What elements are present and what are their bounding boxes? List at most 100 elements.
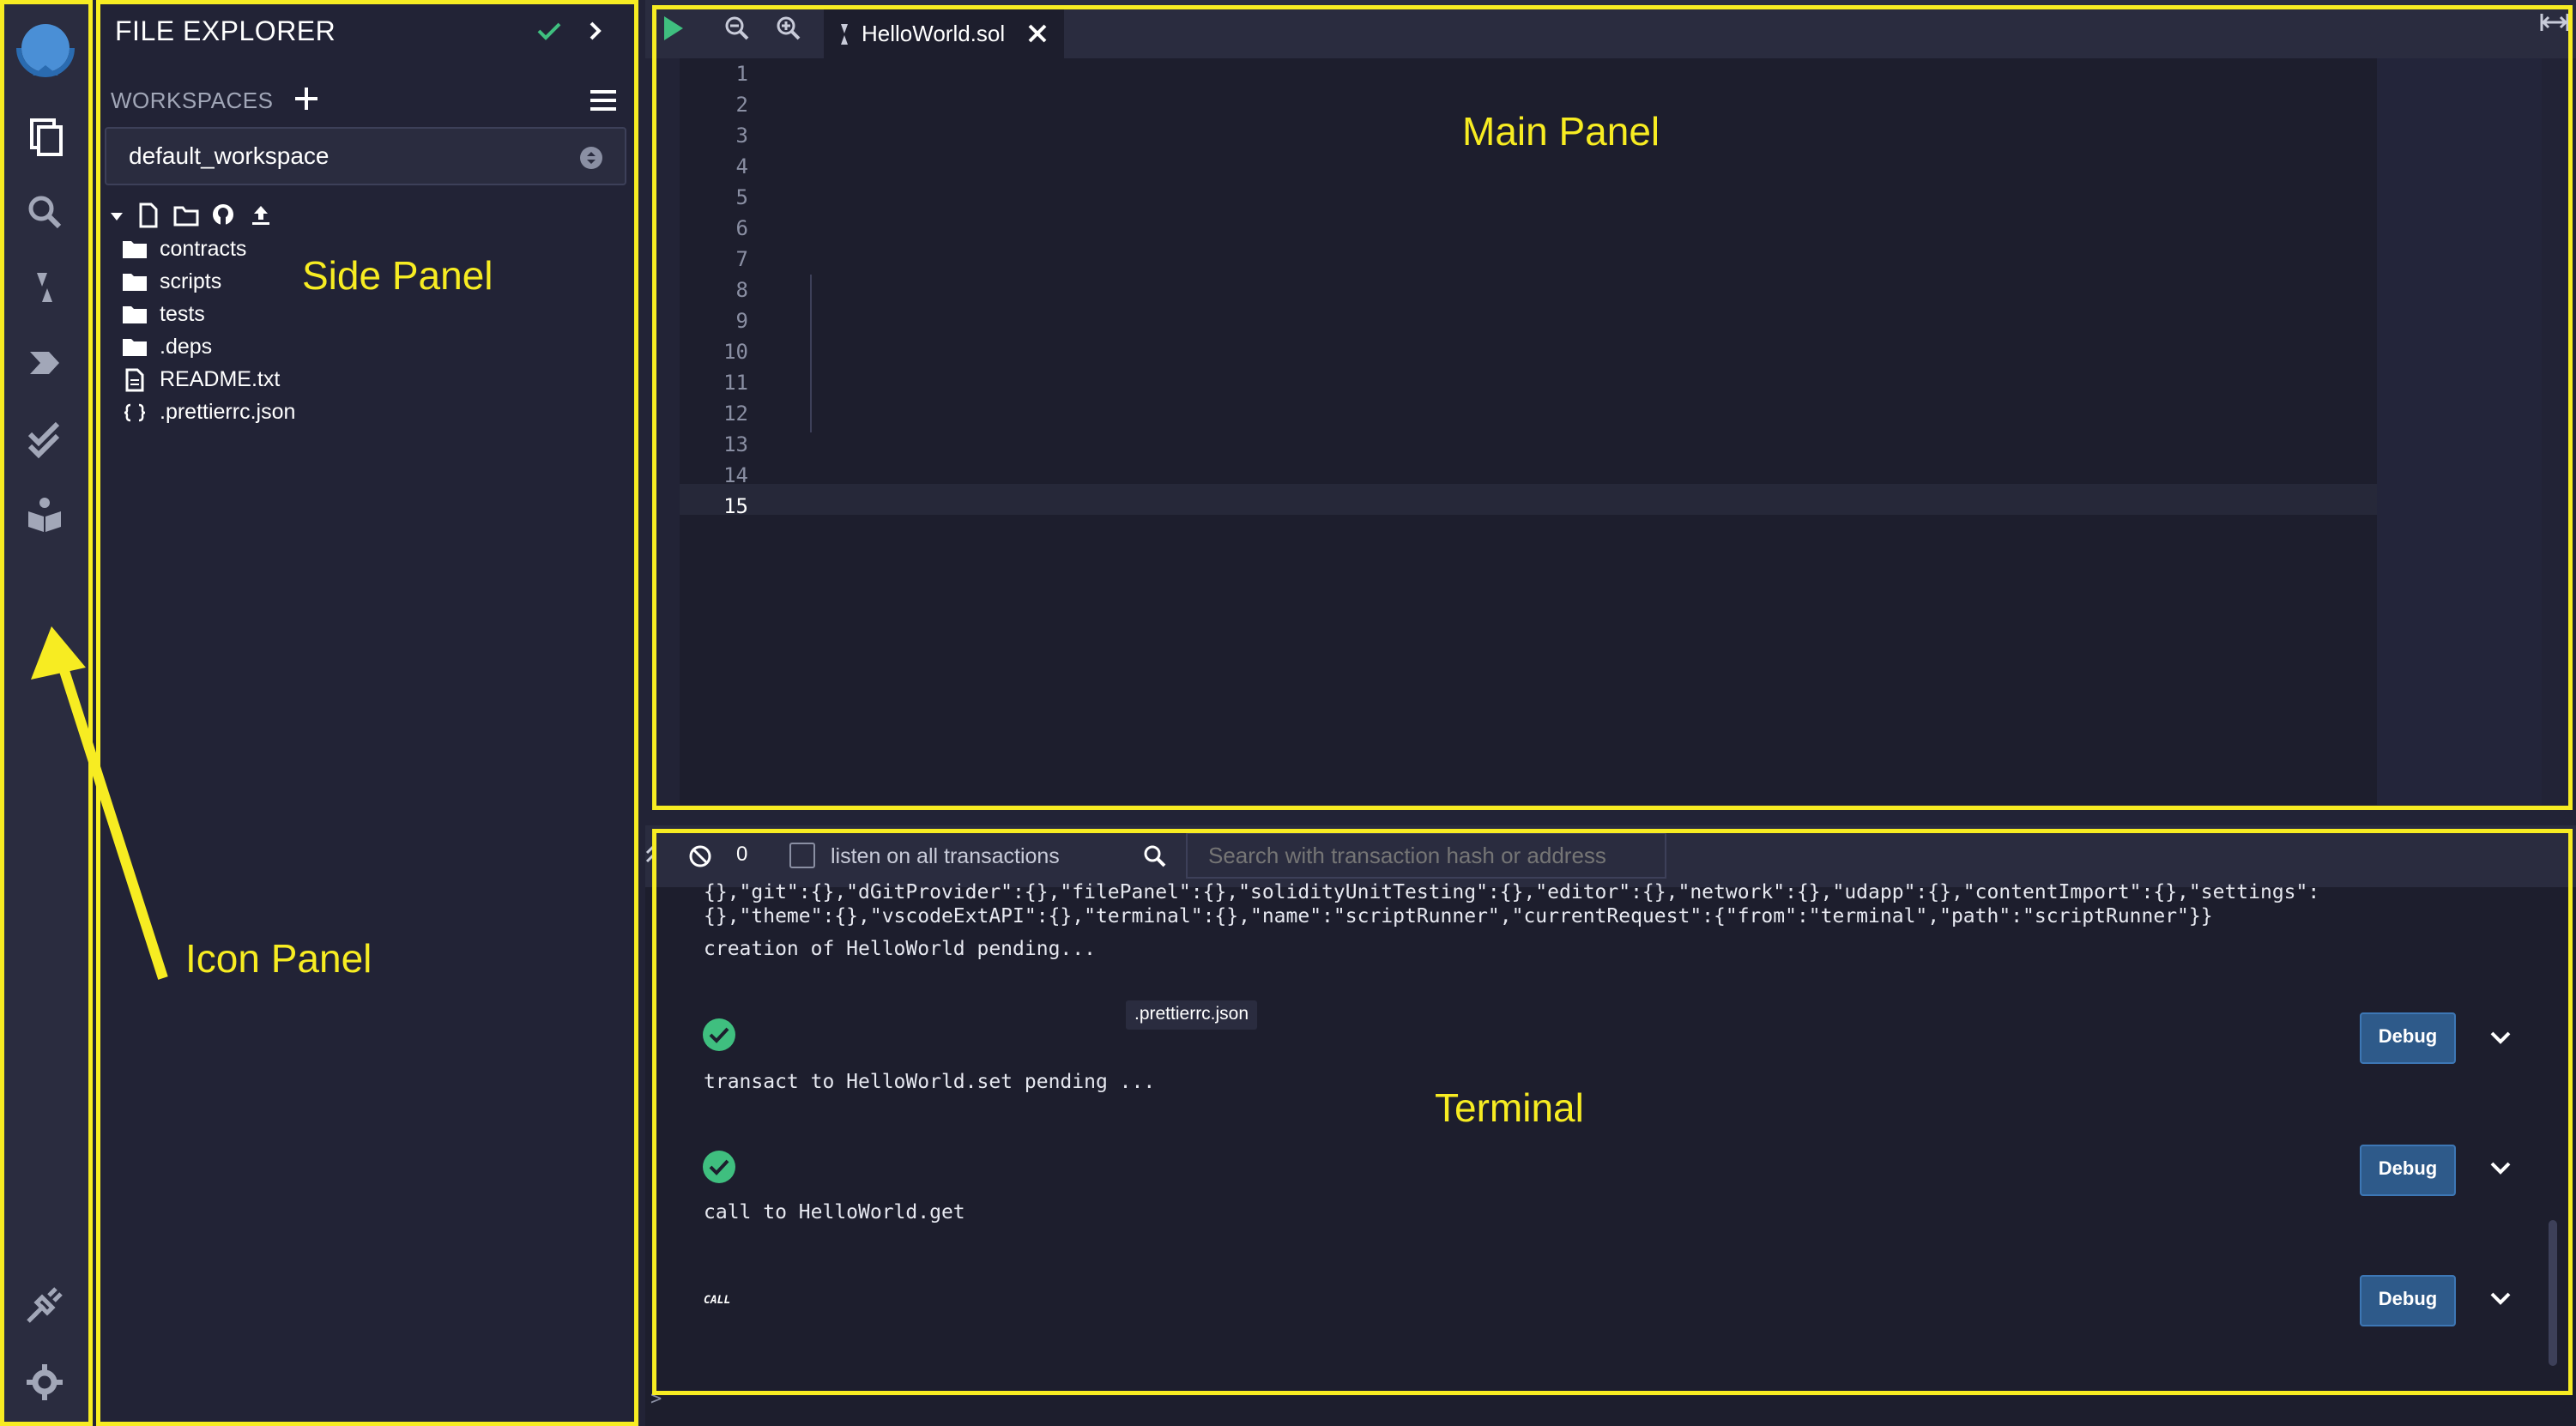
line-number: 10 <box>723 340 748 364</box>
check-icon <box>537 22 561 40</box>
collapse-terminal-icon[interactable] <box>645 843 662 868</box>
workspace-select-value: default_workspace <box>129 142 330 169</box>
plugin-manager-icon[interactable] <box>18 1278 71 1332</box>
remix-logo-icon[interactable] <box>7 15 84 82</box>
solidity-file-icon <box>841 24 848 45</box>
learneth-icon[interactable] <box>18 489 71 542</box>
debug-button[interactable]: Debug <box>2360 1145 2456 1196</box>
json-icon <box>124 403 146 422</box>
tab-label: HelloWorld.sol <box>862 21 1006 46</box>
folder-icon <box>123 339 147 356</box>
tree-item-label: scripts <box>160 269 222 293</box>
workspaces-label: WORKSPACES <box>111 88 274 113</box>
tree-item-label: .prettierrc.json <box>160 400 296 424</box>
listen-label: listen on all transactions <box>831 844 1060 868</box>
log-json-line: {},"git":{},"dGitProvider":{},"filePanel… <box>704 881 2320 903</box>
add-workspace-icon[interactable] <box>292 84 321 113</box>
caret-down-icon[interactable] <box>108 208 125 225</box>
tree-item-label: .deps <box>160 335 213 359</box>
annotation-label-icon-panel: Icon Panel <box>185 936 372 981</box>
zoom-out-icon[interactable] <box>724 15 750 41</box>
upload-icon[interactable] <box>249 202 273 227</box>
run-play-icon[interactable] <box>661 14 686 43</box>
current-line-highlight <box>680 484 2377 515</box>
chevron-down-icon[interactable] <box>2485 1023 2516 1054</box>
tree-item-label: tests <box>160 302 205 326</box>
folder-icon <box>123 306 147 323</box>
call-badge: CALL <box>704 1294 731 1307</box>
file-explorer-icon[interactable] <box>18 110 71 163</box>
new-file-icon[interactable] <box>137 202 160 228</box>
tx-log-line <box>760 1287 840 1308</box>
zoom-in-icon[interactable] <box>776 15 801 41</box>
folder-icon <box>123 241 147 258</box>
new-folder-icon[interactable] <box>173 204 199 227</box>
clear-console-icon[interactable] <box>688 844 712 868</box>
log-pending: transact to HelloWorld.set pending ... <box>704 1071 1156 1093</box>
github-icon[interactable] <box>211 202 235 227</box>
debug-button[interactable]: Debug <box>2360 1012 2456 1064</box>
tx-log-line <box>760 1157 908 1178</box>
line-number: 11 <box>723 371 748 395</box>
pending-count: 0 <box>736 843 748 866</box>
search-icon[interactable] <box>18 185 71 239</box>
listen-checkbox[interactable] <box>789 843 815 868</box>
solidity-compiler-icon[interactable] <box>18 261 71 314</box>
select-arrows-icon <box>580 147 602 169</box>
panel-title: FILE EXPLORER <box>115 15 336 46</box>
terminal-prompt[interactable]: > <box>650 1388 662 1410</box>
line-number: 2 <box>735 93 748 117</box>
debug-button[interactable]: Debug <box>2360 1275 2456 1326</box>
line-number: 12 <box>723 402 748 426</box>
line-number: 6 <box>735 216 748 240</box>
unit-testing-icon[interactable] <box>18 412 71 465</box>
line-number: 13 <box>723 432 748 456</box>
chevron-down-icon[interactable] <box>2485 1284 2516 1314</box>
line-number: 4 <box>735 154 748 178</box>
chevron-down-icon[interactable] <box>2485 1153 2516 1184</box>
line-number: 8 <box>735 278 748 302</box>
line-number: 1 <box>735 62 748 86</box>
hamburger-menu-icon[interactable] <box>589 86 618 115</box>
tree-item-label: contracts <box>160 237 247 261</box>
annotation-arrow <box>31 626 168 980</box>
log-pending: creation of HelloWorld pending... <box>704 938 1096 960</box>
annotation-label-terminal: Terminal <box>1435 1085 1584 1130</box>
tab-helloworld[interactable]: HelloWorld.sol <box>824 5 1064 58</box>
file-text-icon <box>125 368 144 392</box>
tooltip: .prettierrc.json <box>1126 1000 1258 1030</box>
close-tab-icon[interactable] <box>1026 22 1049 45</box>
line-number: 15 <box>723 494 748 518</box>
log-json-line: {},"theme":{},"vscodeExtAPI":{},"termina… <box>704 905 2213 928</box>
workspace-select[interactable]: default_workspace <box>105 127 626 185</box>
transaction-search-input[interactable] <box>1186 832 1666 879</box>
folder-icon <box>123 274 147 291</box>
terminal-scrollbar[interactable] <box>2549 1220 2557 1366</box>
line-number: 14 <box>723 463 748 487</box>
annotation-label-side-panel: Side Panel <box>302 253 493 298</box>
terminal-panel: 0 listen on all transactions {},"git":{}… <box>645 825 2576 1426</box>
line-number: 3 <box>735 124 748 148</box>
deploy-run-icon[interactable] <box>18 336 71 390</box>
line-number: 5 <box>735 185 748 209</box>
chevron-right-icon[interactable] <box>582 17 609 45</box>
line-number: 7 <box>735 247 748 271</box>
settings-gear-icon[interactable] <box>18 1356 71 1409</box>
line-number: 9 <box>735 309 748 333</box>
annotation-label-main-panel: Main Panel <box>1462 109 1660 154</box>
expand-panel-icon[interactable] <box>2540 12 2569 33</box>
tx-log-line <box>760 1024 908 1046</box>
search-icon <box>1144 845 1166 867</box>
success-check-icon <box>703 1151 735 1183</box>
log-pending: call to HelloWorld.get <box>704 1201 965 1224</box>
code-editor[interactable]: 1 2 3 4 5 6 7 8 9 10 11 12 13 14 15 <box>680 58 2542 805</box>
editor-minimap[interactable] <box>2377 58 2542 805</box>
tree-item-label: README.txt <box>160 367 281 391</box>
